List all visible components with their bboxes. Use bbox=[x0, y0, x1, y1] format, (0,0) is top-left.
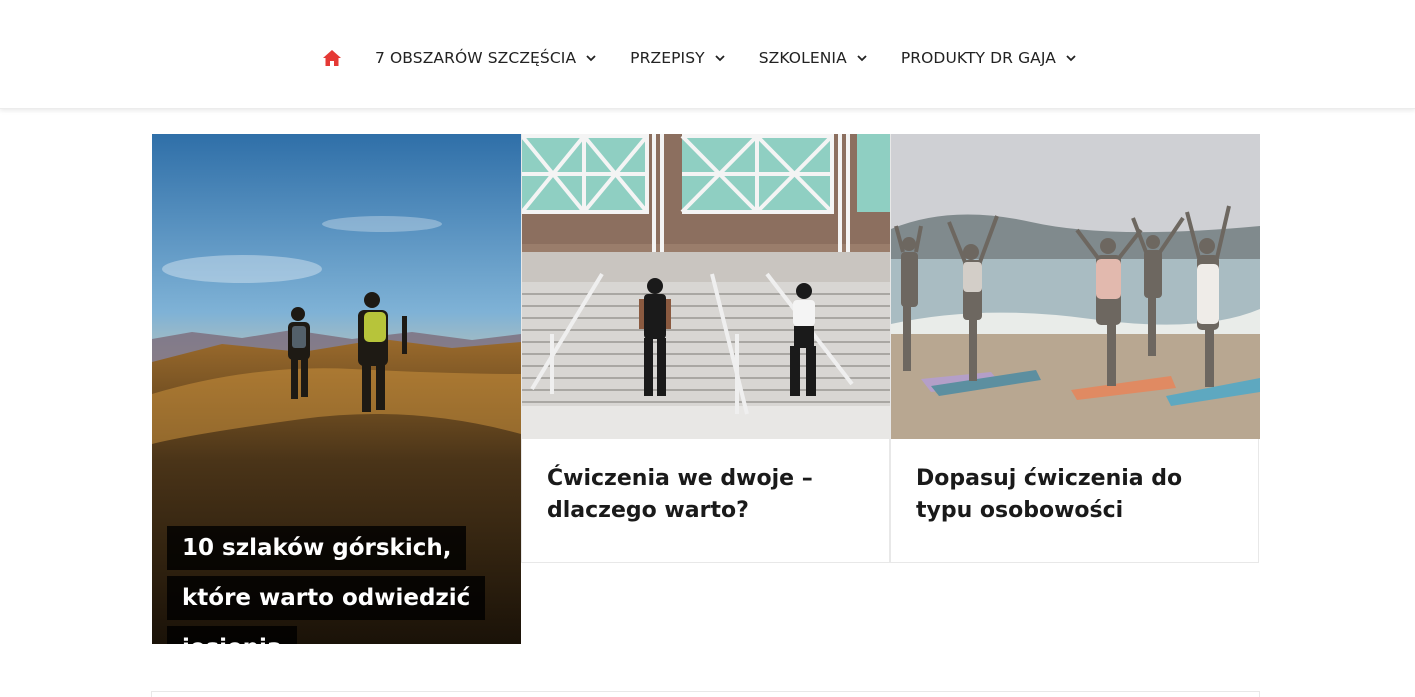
nav-item-label: SZKOLENIA bbox=[758, 49, 847, 67]
nav-item-label: 7 OBSZARÓW SZCZĘŚCIA bbox=[375, 49, 577, 67]
post-card[interactable]: Dopasuj ćwiczenia do typu osobowości bbox=[890, 134, 1260, 563]
chevron-down-icon bbox=[715, 54, 725, 61]
featured-post-card[interactable]: 10 szlaków górskich, które warto odwiedz… bbox=[152, 134, 521, 644]
site-header: 7 OBSZARÓW SZCZĘŚCIA PRZEPISY SZKOLENIA … bbox=[0, 0, 1415, 109]
home-icon[interactable] bbox=[322, 49, 342, 67]
post-title[interactable]: Dopasuj ćwiczenia do typu osobowości bbox=[916, 463, 1246, 527]
beach-yoga-image bbox=[891, 134, 1260, 439]
nav-item-przepisy[interactable]: PRZEPISY bbox=[630, 49, 725, 67]
nav-item-produkty[interactable]: PRODUKTY DR GAJA bbox=[901, 49, 1076, 67]
chevron-down-icon bbox=[857, 54, 867, 61]
stairs-couple-image bbox=[522, 134, 891, 439]
nav-item-label: PRODUKTY DR GAJA bbox=[900, 49, 1056, 67]
nav-item-label: PRZEPISY bbox=[630, 49, 705, 67]
post-card[interactable]: Ćwiczenia we dwoje – dlaczego warto? bbox=[521, 134, 891, 563]
post-title[interactable]: Ćwiczenia we dwoje – dlaczego warto? bbox=[547, 463, 877, 527]
section-divider bbox=[151, 691, 1260, 697]
main-nav: 7 OBSZARÓW SZCZĘŚCIA PRZEPISY SZKOLENIA … bbox=[322, 44, 1076, 72]
featured-post-title-text: 10 szlaków górskich, które warto odwiedz… bbox=[167, 526, 486, 644]
nav-item-szkolenia[interactable]: SZKOLENIA bbox=[759, 49, 867, 67]
nav-item-7-obszarow[interactable]: 7 OBSZARÓW SZCZĘŚCIA bbox=[375, 49, 596, 67]
chevron-down-icon bbox=[586, 54, 596, 61]
featured-post-title[interactable]: 10 szlaków górskich, które warto odwiedz… bbox=[167, 523, 517, 644]
chevron-down-icon bbox=[1066, 54, 1076, 61]
